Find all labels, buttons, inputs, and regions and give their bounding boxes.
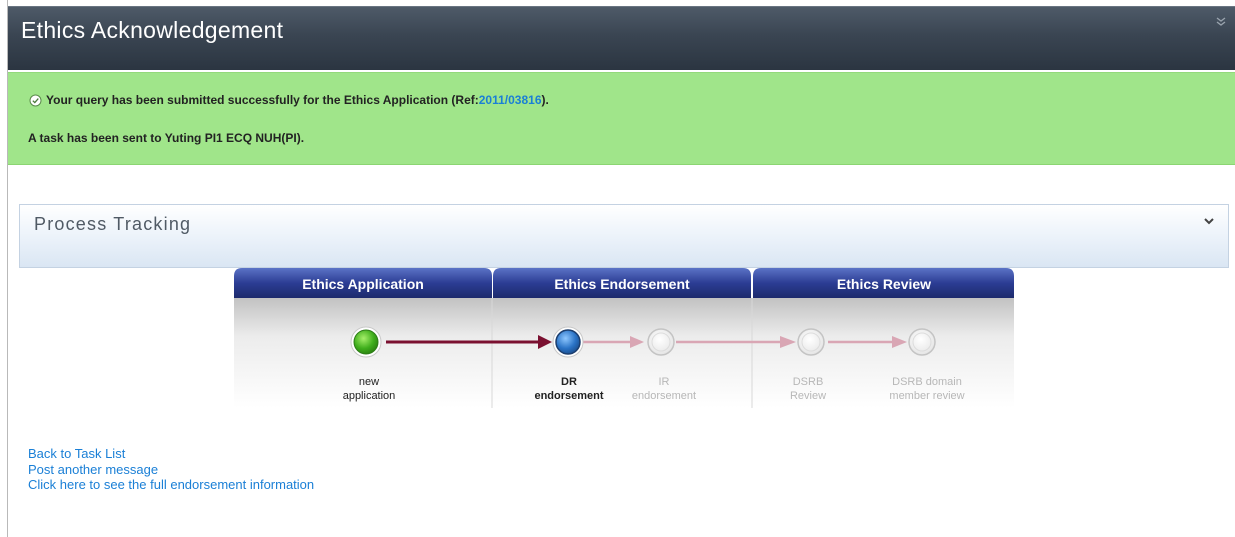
check-circle-icon	[29, 94, 42, 106]
action-links: Back to Task List Post another message C…	[28, 446, 314, 493]
double-chevron-down-icon[interactable]	[1214, 15, 1228, 29]
step-label-line2: application	[343, 390, 396, 402]
step-label-line1: DSRB domain	[892, 376, 962, 388]
full-endorsement-info-link[interactable]: Click here to see the full endorsement i…	[28, 477, 314, 493]
page-header: Ethics Acknowledgement	[8, 6, 1235, 70]
step-ir-endorsement[interactable]	[647, 328, 675, 356]
back-to-task-list-link[interactable]: Back to Task List	[28, 446, 314, 462]
step-label-line2: member review	[889, 390, 964, 402]
step-dr-endorsement[interactable]	[552, 326, 584, 358]
process-tracking-panel: Process Tracking	[19, 204, 1229, 268]
success-message: Your query has been submitted successful…	[29, 93, 549, 107]
success-message-prefix: Your query has been submitted successful…	[46, 93, 479, 107]
step-label-line1: IR	[659, 376, 670, 388]
step-dsrb-review[interactable]	[797, 328, 825, 356]
step-label-line1: DSRB	[793, 376, 824, 388]
step-label-line2: endorsement	[534, 390, 603, 402]
step-label-line1: DR	[561, 376, 577, 388]
step-label-line2: Review	[790, 390, 826, 402]
task-sent-message: A task has been sent to Yuting PI1 ECQ N…	[28, 131, 305, 145]
step-dsrb-domain-member-review[interactable]	[908, 328, 936, 356]
success-banner: Your query has been submitted successful…	[8, 72, 1235, 165]
post-another-message-link[interactable]: Post another message	[28, 462, 314, 478]
success-message-suffix: ).	[541, 93, 549, 107]
chevron-down-icon[interactable]	[1203, 216, 1215, 226]
process-tracking-title: Process Tracking	[34, 214, 192, 234]
phase-label-ethics-endorsement: Ethics Endorsement	[554, 276, 690, 292]
step-new-application[interactable]	[350, 326, 382, 358]
process-tracking-diagram: Ethics Application Ethics Endorsement Et…	[234, 268, 1014, 408]
phase-label-ethics-review: Ethics Review	[837, 276, 931, 292]
phase-label-ethics-application: Ethics Application	[302, 276, 424, 292]
ethics-ref-link[interactable]: 2011/03816	[479, 93, 542, 107]
page-title: Ethics Acknowledgement	[21, 17, 284, 43]
step-label-line2: endorsement	[632, 390, 696, 402]
step-label-line1: new	[359, 376, 379, 388]
